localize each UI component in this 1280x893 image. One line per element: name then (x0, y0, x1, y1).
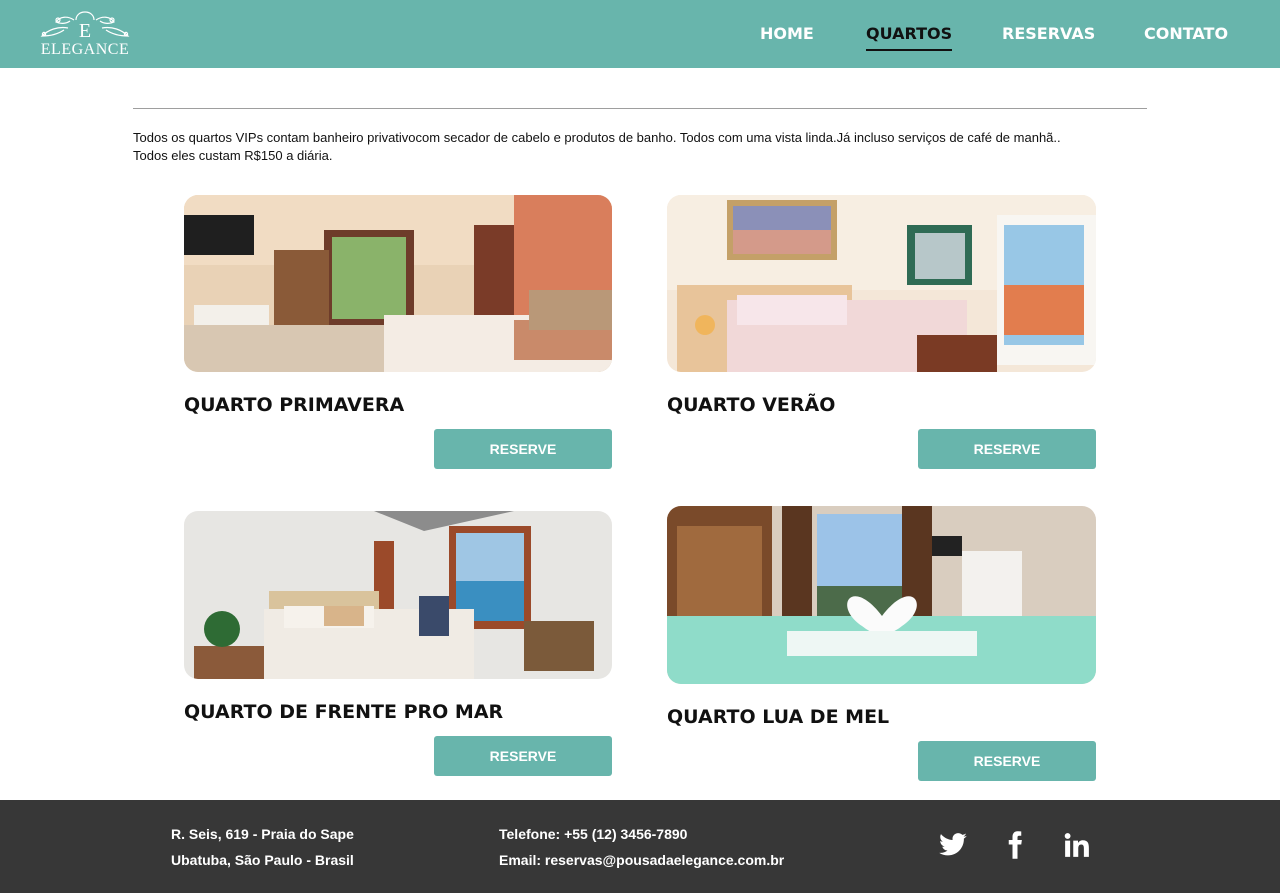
reserve-button-primavera[interactable]: RESERVE (434, 429, 612, 469)
room-title-lua-de-mel: QUARTO LUA DE MEL (667, 706, 890, 728)
logo-ornament: E (40, 11, 130, 42)
intro-text: Todos os quartos VIPs contam banheiro pr… (133, 129, 1147, 165)
twitter-icon[interactable] (938, 830, 968, 860)
nav-reservas[interactable]: RESERVAS (1002, 24, 1095, 46)
reserve-button-verao[interactable]: RESERVE (918, 429, 1096, 469)
reserve-button-frente-pro-mar[interactable]: RESERVE (434, 736, 612, 776)
site-footer: R. Seis, 619 - Praia do Sape Ubatuba, Sã… (0, 800, 1280, 893)
intro-line-2: Todos eles custam R$150 a diária. (133, 148, 333, 163)
room-title-frente-pro-mar: QUARTO DE FRENTE PRO MAR (184, 701, 504, 723)
linkedin-icon[interactable] (1062, 830, 1092, 860)
intro-line-1: Todos os quartos VIPs contam banheiro pr… (133, 130, 1061, 145)
logo-letter: E (79, 20, 91, 42)
footer-email[interactable]: Email: reservas@pousadaelegance.com.br (499, 851, 784, 869)
nav-quartos[interactable]: QUARTOS (866, 24, 953, 51)
room-photo-primavera[interactable] (184, 195, 612, 372)
logo[interactable]: E ELEGANCE (28, 8, 142, 58)
logo-name: ELEGANCE (40, 41, 130, 58)
site-header: E ELEGANCE HOME QUARTOS RESERVAS CONTATO (0, 0, 1280, 68)
nav-contato[interactable]: CONTATO (1144, 24, 1228, 46)
footer-address-line-2: Ubatuba, São Paulo - Brasil (171, 852, 354, 868)
facebook-icon[interactable] (1000, 830, 1030, 860)
footer-phone: Telefone: +55 (12) 3456-7890 (499, 826, 688, 842)
room-title-primavera: QUARTO PRIMAVERA (184, 394, 405, 416)
nav-home[interactable]: HOME (760, 24, 814, 46)
divider (133, 108, 1147, 109)
footer-address-line-1: R. Seis, 619 - Praia do Sape (171, 826, 354, 842)
reserve-button-lua-de-mel[interactable]: RESERVE (918, 741, 1096, 781)
room-photo-lua-de-mel[interactable] (667, 506, 1096, 684)
room-title-verao: QUARTO VERÃO (667, 394, 836, 416)
room-photo-frente-pro-mar[interactable] (184, 511, 612, 679)
room-photo-verao[interactable] (667, 195, 1096, 372)
